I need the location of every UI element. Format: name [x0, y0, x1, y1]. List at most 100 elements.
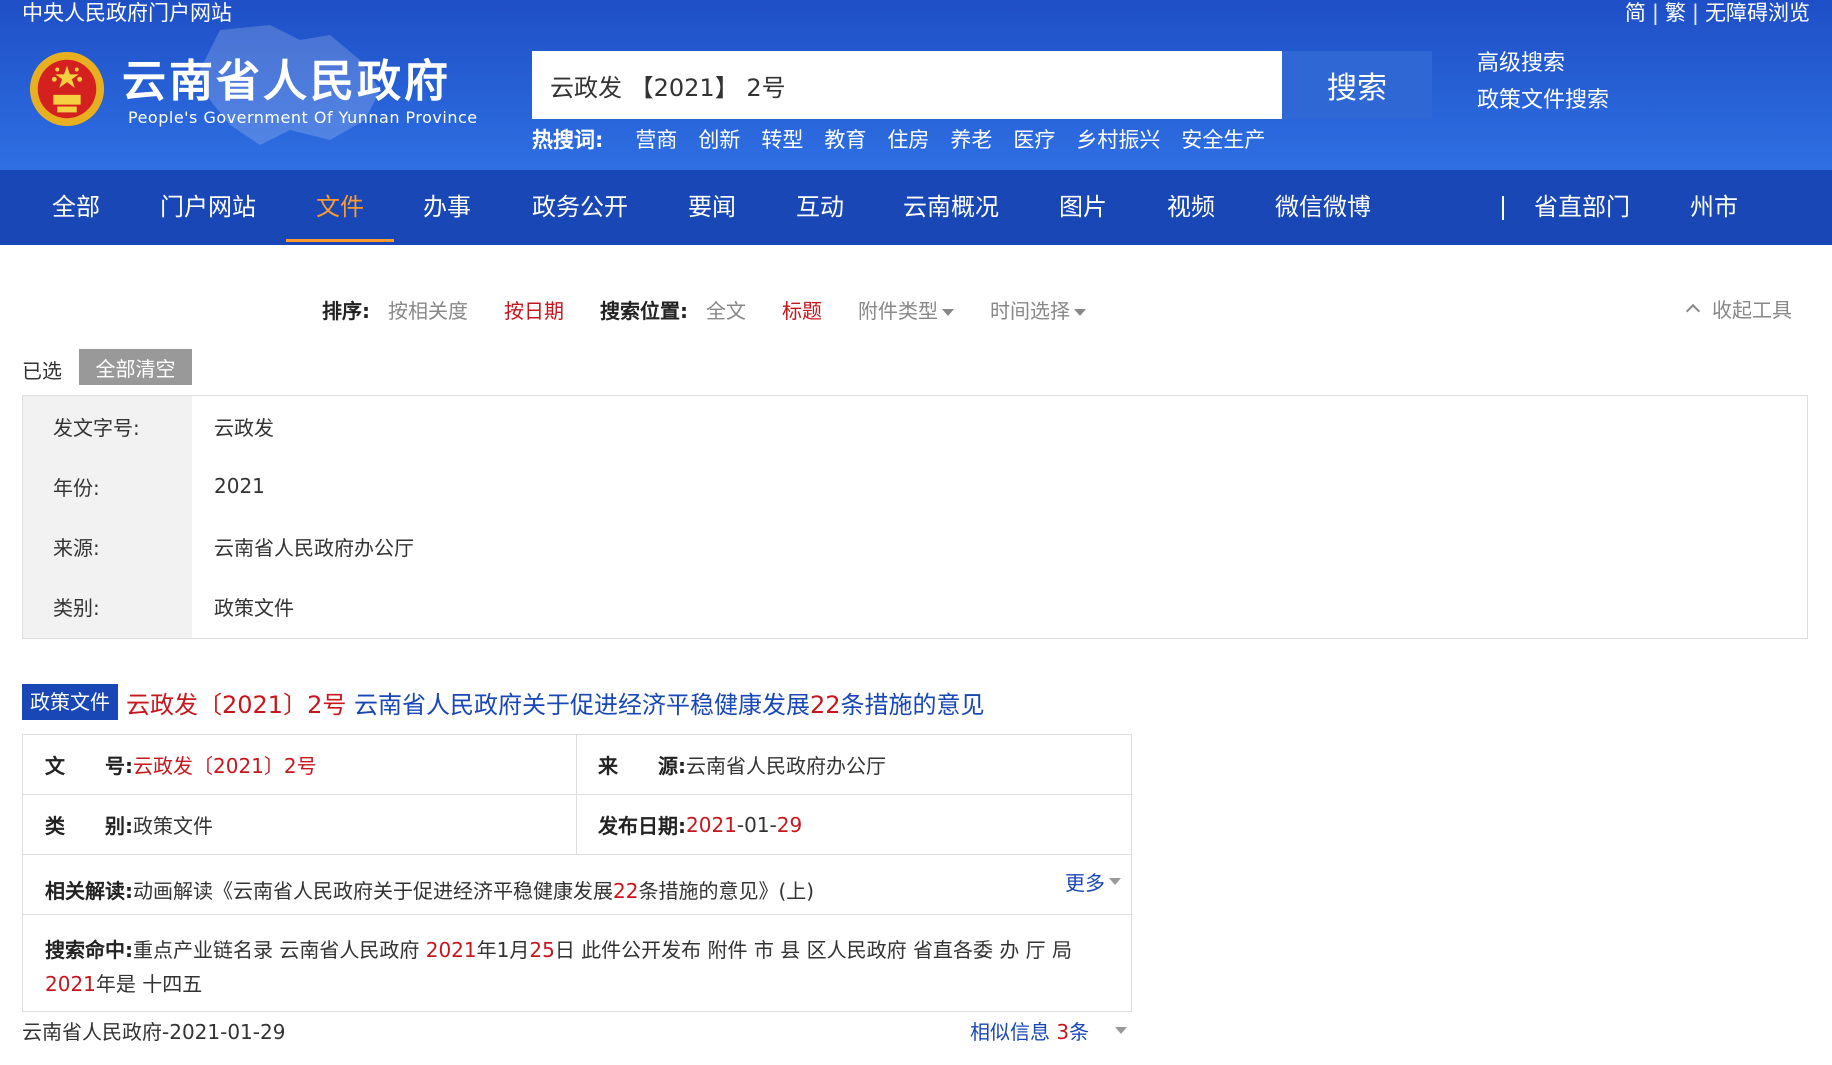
nav-tab-services[interactable]: 办事 [423, 170, 471, 245]
hot-word[interactable]: 住房 [887, 124, 929, 154]
related-interpretation-link[interactable]: 动画解读《云南省人民政府关于促进经济平稳健康发展22条措施的意见》(上) [133, 875, 814, 904]
nav-tab-yunnan-overview[interactable]: 云南概况 [903, 170, 999, 245]
collapse-tools-button[interactable]: 收起工具 [1685, 294, 1792, 323]
position-fulltext[interactable]: 全文 [706, 295, 746, 324]
filter-row: 年份: 2021 [23, 456, 1807, 516]
filter-key: 类别: [53, 595, 100, 620]
nav-tab-gov-affairs[interactable]: 政务公开 [532, 170, 628, 245]
related-number: 22 [613, 879, 639, 903]
similar-text-end: 条 [1069, 1020, 1090, 1044]
result-header: 政策文件 云政发〔2021〕2号 云南省人民政府关于促进经济平稳健康发展22条措… [22, 684, 985, 720]
hot-word[interactable]: 养老 [950, 124, 992, 154]
nav-tab-pictures[interactable]: 图片 [1059, 170, 1107, 245]
caret-down-icon [1074, 308, 1086, 316]
clear-all-button[interactable]: 全部清空 [79, 349, 192, 385]
top-right-links: 简 | 繁 | 无障碍浏览 [1625, 0, 1810, 26]
chevron-up-icon [1685, 303, 1701, 319]
hot-word[interactable]: 营商 [635, 124, 677, 154]
sort-by-date[interactable]: 按日期 [504, 295, 564, 324]
detail-row: 文 号: 云政发〔2021〕2号 来 源: 云南省人民政府办公厅 [23, 735, 1131, 795]
accessibility-link[interactable]: 无障碍浏览 [1705, 0, 1810, 26]
nav-divider [1502, 196, 1504, 220]
hit-text: 重点产业链名录 云南省人民政府 [133, 938, 426, 962]
advanced-search-link[interactable]: 高级搜索 [1477, 50, 1609, 77]
nav-tab-files[interactable]: 文件 [286, 170, 394, 245]
hot-word[interactable]: 教育 [824, 124, 866, 154]
related-label: 相关解读: [45, 879, 133, 903]
search-position-label: 搜索位置: [600, 298, 688, 323]
national-emblem-icon [29, 51, 105, 127]
hit-text: 日 此件公开发布 附件 市 县 区人民政府 省直各委 办 厅 局 [554, 938, 1073, 962]
title-doc-number: 云政发〔2021〕2号 [126, 690, 347, 719]
category-cell: 类 别: 政策文件 [23, 795, 213, 854]
detail-row: 搜索命中:重点产业链名录 云南省人民政府 2021 年1月25日 此件公开发布 附… [23, 915, 1131, 1012]
hot-word[interactable]: 转型 [761, 124, 803, 154]
selected-label: 已选 [22, 359, 62, 383]
nav-tab-prefectures[interactable]: 州市 [1690, 170, 1738, 245]
similar-info-label: 相似信息 3条 [970, 1016, 1089, 1045]
filter-value: 政策文件 [214, 595, 294, 620]
caret-down-icon [1115, 1027, 1128, 1034]
hit-text: 年1月 [476, 938, 530, 962]
date-year: 2021 [686, 812, 737, 837]
simplified-chinese-link[interactable]: 简 [1625, 0, 1646, 26]
site-title: 云南省人民政府 [122, 56, 451, 107]
doc-number-value: 云政发〔2021〕2号 [133, 754, 317, 778]
search-button[interactable]: 搜索 [1282, 51, 1432, 119]
nav-tab-news[interactable]: 要闻 [688, 170, 736, 245]
search-hit-label: 搜索命中: [45, 938, 133, 962]
similar-info-toggle[interactable]: 相似信息 3条 [970, 1016, 1128, 1045]
source-value: 云南省人民政府办公厅 [686, 754, 886, 778]
more-button[interactable]: 更多 [1065, 867, 1121, 896]
filter-value: 2021 [214, 474, 265, 498]
advanced-search-links: 高级搜索 政策文件搜索 [1477, 50, 1609, 114]
title-number: 22 [810, 690, 841, 719]
filter-row: 来源: 云南省人民政府办公厅 [23, 516, 1807, 576]
doc-number-label: 文 号: [45, 754, 133, 778]
related-text: 动画解读《云南省人民政府关于促进经济平稳健康发展 [133, 879, 613, 903]
hot-word[interactable]: 乡村振兴 [1076, 124, 1160, 154]
result-detail-table: 文 号: 云政发〔2021〕2号 来 源: 云南省人民政府办公厅 类 别: 政策文件 … [22, 734, 1132, 1012]
separator: | [1651, 1, 1659, 25]
filter-row: 类别: 政策文件 [23, 576, 1807, 636]
result-title-link[interactable]: 云政发〔2021〕2号 云南省人民政府关于促进经济平稳健康发展22条措施的意见 [126, 685, 985, 720]
hit-highlight: 25 [529, 938, 555, 962]
policy-file-search-link[interactable]: 政策文件搜索 [1477, 87, 1609, 114]
filter-value: 云南省人民政府办公厅 [214, 535, 414, 560]
publish-date-cell: 发布日期: 2021 -01- 29 [576, 795, 802, 854]
more-label: 更多 [1065, 871, 1105, 895]
hit-highlight: 2021 [45, 972, 96, 996]
nav-tab-all[interactable]: 全部 [52, 170, 100, 245]
result-source-date: 云南省人民政府-2021-01-29 [22, 1020, 286, 1044]
nav-tab-provincial-departments[interactable]: 省直部门 [1534, 170, 1630, 245]
nav-tab-videos[interactable]: 视频 [1167, 170, 1215, 245]
hot-word[interactable]: 创新 [698, 124, 740, 154]
sort-toolbar: 排序: 按相关度 按日期 搜索位置: 全文 标题 附件类型 时间选择 [322, 294, 1122, 324]
attachment-type-label: 附件类型 [858, 298, 938, 323]
attachment-type-dropdown[interactable]: 附件类型 [858, 295, 954, 324]
time-select-dropdown[interactable]: 时间选择 [990, 295, 1086, 324]
filter-key: 年份: [53, 475, 100, 500]
date-day: 29 [776, 812, 803, 837]
nav-tab-portal[interactable]: 门户网站 [160, 170, 256, 245]
nav-tab-wechat-weibo[interactable]: 微信微博 [1275, 170, 1371, 245]
related-text-end: 条措施的意见》(上) [638, 879, 815, 903]
hot-word[interactable]: 医疗 [1013, 124, 1055, 154]
caret-down-icon [1109, 878, 1121, 885]
similar-count: 3 [1056, 1020, 1070, 1044]
position-title[interactable]: 标题 [782, 295, 822, 324]
category-value: 政策文件 [133, 814, 213, 838]
central-gov-portal-link[interactable]: 中央人民政府门户网站 [22, 0, 232, 26]
publish-date-label: 发布日期: [598, 814, 686, 838]
caret-down-icon [942, 308, 954, 316]
hot-word[interactable]: 安全生产 [1181, 124, 1265, 154]
similar-text: 相似信息 [970, 1020, 1057, 1044]
search-input[interactable] [532, 51, 1282, 119]
traditional-chinese-link[interactable]: 繁 [1665, 0, 1686, 26]
nav-tab-interaction[interactable]: 互动 [796, 170, 844, 245]
search-hit-snippet: 搜索命中:重点产业链名录 云南省人民政府 2021 年1月25日 此件公开发布 附… [45, 933, 1109, 1001]
detail-row: 相关解读: 动画解读《云南省人民政府关于促进经济平稳健康发展22条措施的意见》(上… [23, 855, 1131, 915]
sort-by-relevance[interactable]: 按相关度 [388, 295, 468, 324]
title-text-end: 条措施的意见 [840, 690, 985, 719]
related-interpretation-cell: 相关解读: 动画解读《云南省人民政府关于促进经济平稳健康发展22条措施的意见》(上… [23, 855, 814, 914]
